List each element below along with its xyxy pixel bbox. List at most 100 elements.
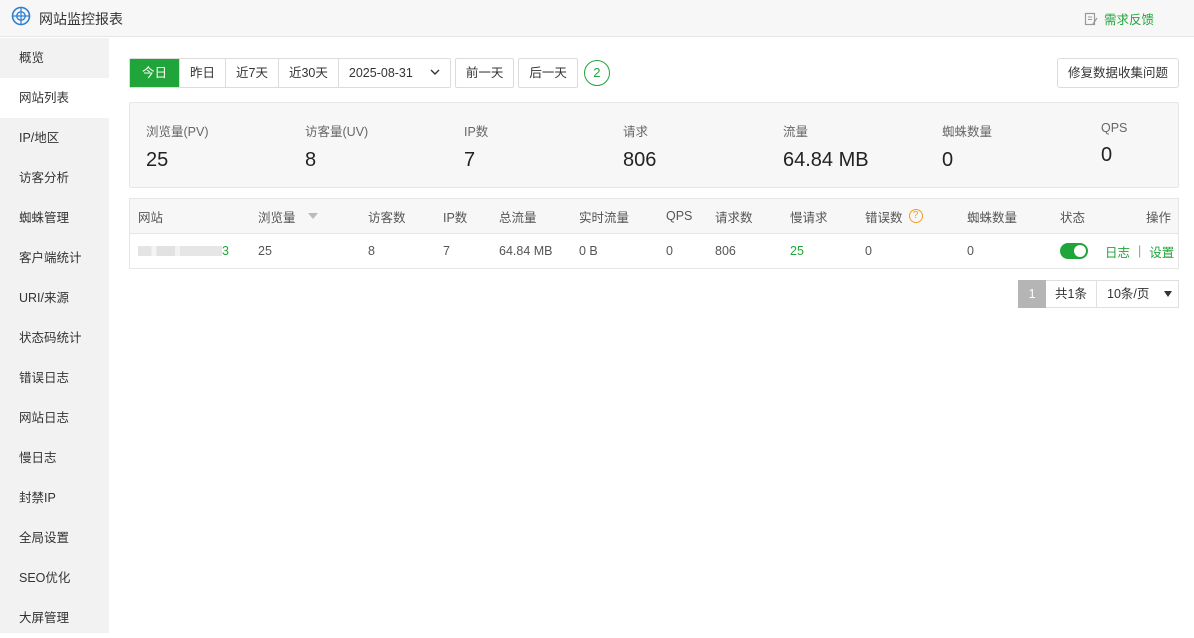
- cell-qps: 0: [666, 244, 673, 258]
- stat-qps: QPS 0: [1101, 121, 1127, 167]
- tab-today[interactable]: 今日: [130, 59, 181, 87]
- stat-label: QPS: [1101, 121, 1128, 135]
- stat-value: 806: [623, 149, 657, 171]
- chevron-down-icon: [430, 69, 440, 75]
- stat-label: 浏览量(PV): [146, 125, 209, 139]
- col-slow: 慢请求: [790, 210, 828, 225]
- caret-down-icon: [1164, 291, 1172, 297]
- table-header: 网站 浏览量 访客数 IP数 总流量 实时流量 QPS 请求数 慢请求 错误数 …: [130, 199, 1178, 234]
- stat-uv: 访客量(UV) 8: [305, 121, 368, 172]
- stat-label: 访客量(UV): [305, 125, 369, 139]
- title-bar: 网站监控报表 需求反馈: [0, 0, 1194, 37]
- date-range-tabs: 今日 昨日 近7天 近30天 2025-08-31: [129, 58, 451, 88]
- page-size-select[interactable]: 10条/页: [1097, 280, 1179, 308]
- date-toolbar: 今日 昨日 近7天 近30天 2025-08-31 前一天 后一天 2: [129, 58, 610, 88]
- status-toggle[interactable]: [1060, 243, 1088, 259]
- col-status: 状态: [1060, 210, 1086, 225]
- sidebar-item-seo[interactable]: SEO优化: [0, 558, 109, 598]
- sort-desc-icon[interactable]: [307, 213, 318, 219]
- sidebar-item-uri-source[interactable]: URI/来源: [0, 278, 109, 318]
- cell-ops: 日志 | 设置: [1105, 234, 1174, 268]
- stat-value: 7: [464, 149, 476, 171]
- cell-uv: 8: [368, 244, 375, 258]
- col-pv[interactable]: 浏览量: [258, 199, 318, 233]
- page-total: 共1条: [1046, 280, 1097, 308]
- repair-data-collection-button[interactable]: 修复数据收集问题: [1056, 58, 1179, 88]
- sidebar-item-client-stats[interactable]: 客户端统计: [0, 238, 109, 278]
- next-day-button[interactable]: 后一天: [518, 58, 578, 88]
- stat-requests: 请求 806: [623, 121, 656, 172]
- col-ip: IP数: [443, 210, 468, 225]
- app-title: 网站监控报表: [39, 11, 123, 27]
- cell-spiders: 0: [967, 244, 974, 258]
- sidebar: 概览 网站列表 IP/地区 访客分析 蜘蛛管理 客户端统计 URI/来源 状态码…: [0, 38, 109, 633]
- cell-slow[interactable]: 25: [790, 234, 804, 268]
- table-row: 3 25 8 7 64.84 MB 0 B 0 806 25 0 0 日志 | …: [130, 234, 1178, 268]
- site-table: 网站 浏览量 访客数 IP数 总流量 实时流量 QPS 请求数 慢请求 错误数 …: [129, 198, 1179, 269]
- sidebar-item-site-list[interactable]: 网站列表: [0, 78, 109, 118]
- sidebar-item-overview[interactable]: 概览: [0, 38, 109, 78]
- stats-panel: 浏览量(PV) 25 访客量(UV) 8 IP数 7 请求 806 流量 64.…: [129, 102, 1179, 188]
- sidebar-item-error-log[interactable]: 错误日志: [0, 358, 109, 398]
- col-realtime-traffic: 实时流量: [579, 210, 630, 225]
- col-errors: 错误数 ?: [865, 199, 923, 233]
- stat-pv: 浏览量(PV) 25: [146, 121, 209, 172]
- circle-badge-button[interactable]: 2: [583, 60, 610, 86]
- stat-label: IP数: [464, 125, 489, 139]
- edit-icon: [1084, 12, 1098, 25]
- cell-realtime-traffic: 0 B: [579, 244, 598, 258]
- pagination: 1 共1条 10条/页: [1018, 280, 1179, 308]
- help-icon[interactable]: ?: [908, 209, 923, 223]
- date-value: 2025-08-31: [348, 66, 413, 80]
- cell-requests: 806: [715, 244, 736, 258]
- sidebar-item-global-settings[interactable]: 全局设置: [0, 518, 109, 558]
- col-spiders: 蜘蛛数量: [967, 210, 1018, 225]
- stat-value: 0: [942, 149, 954, 171]
- sidebar-item-spider-management[interactable]: 蜘蛛管理: [0, 198, 109, 238]
- cell-status: [1060, 234, 1088, 268]
- stat-ip: IP数 7: [464, 121, 488, 172]
- cell-pv: 25: [258, 244, 272, 258]
- log-link[interactable]: 日志: [1105, 242, 1130, 261]
- cell-errors: 0: [865, 244, 872, 258]
- col-ops: 操作: [1146, 210, 1172, 225]
- sidebar-item-ip-region[interactable]: IP/地区: [0, 118, 109, 158]
- sidebar-item-status-code[interactable]: 状态码统计: [0, 318, 109, 358]
- stat-value: 64.84 MB: [783, 149, 869, 171]
- sidebar-item-banned-ip[interactable]: 封禁IP: [0, 478, 109, 518]
- col-site: 网站: [138, 210, 164, 225]
- sidebar-item-visitor-analysis[interactable]: 访客分析: [0, 158, 109, 198]
- settings-link[interactable]: 设置: [1149, 242, 1174, 261]
- ops-separator: |: [1138, 244, 1142, 258]
- sidebar-item-slow-log[interactable]: 慢日志: [0, 438, 109, 478]
- feedback-label: 需求反馈: [1104, 13, 1155, 27]
- tab-last-7-days[interactable]: 近7天: [226, 59, 279, 87]
- prev-day-button[interactable]: 前一天: [454, 58, 515, 88]
- main-content: 今日 昨日 近7天 近30天 2025-08-31 前一天 后一天 2 修复数据…: [129, 38, 1179, 633]
- col-errors-label: 错误数: [865, 210, 903, 225]
- date-picker[interactable]: 2025-08-31: [338, 59, 450, 87]
- stat-spiders: 蜘蛛数量 0: [942, 121, 992, 172]
- stat-value: 0: [1101, 144, 1113, 166]
- cell-ip: 7: [443, 244, 450, 258]
- col-traffic: 总流量: [499, 210, 537, 225]
- sidebar-item-site-log[interactable]: 网站日志: [0, 398, 109, 438]
- sidebar-item-big-screen[interactable]: 大屏管理: [0, 598, 109, 638]
- feedback-link[interactable]: 需求反馈: [1084, 9, 1154, 28]
- page-number[interactable]: 1: [1018, 280, 1047, 308]
- col-pv-label: 浏览量: [258, 210, 296, 225]
- tab-last-30-days[interactable]: 近30天: [278, 59, 339, 87]
- tab-yesterday[interactable]: 昨日: [180, 59, 227, 87]
- stat-label: 流量: [783, 125, 809, 139]
- site-name[interactable]: 3: [138, 234, 229, 268]
- stat-value: 8: [305, 149, 317, 171]
- stat-label: 蜘蛛数量: [942, 125, 993, 139]
- col-qps: QPS: [666, 209, 693, 223]
- site-name-suffix: 3: [222, 244, 229, 258]
- stat-label: 请求: [623, 125, 649, 139]
- stat-traffic: 流量 64.84 MB: [783, 121, 869, 172]
- cell-traffic: 64.84 MB: [499, 244, 553, 258]
- monitor-logo-icon: [11, 6, 31, 26]
- col-uv: 访客数: [368, 210, 406, 225]
- site-name-redacted: [138, 246, 222, 256]
